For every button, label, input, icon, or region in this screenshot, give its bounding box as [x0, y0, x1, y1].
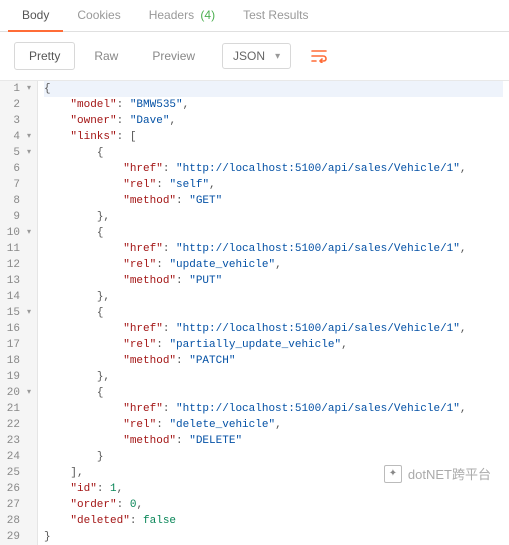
line-number: 18: [2, 353, 31, 369]
code-line: "links": [: [44, 129, 503, 145]
fold-toggle-icon[interactable]: ▾: [23, 81, 31, 97]
line-number: 7: [2, 177, 31, 193]
code-line: {: [44, 145, 503, 161]
line-number: 3: [2, 113, 31, 129]
code-line: },: [44, 369, 503, 385]
line-number: 27: [2, 497, 31, 513]
code-line: "order": 0,: [44, 497, 503, 513]
line-number: 26: [2, 481, 31, 497]
line-number: 10▾: [2, 225, 31, 241]
line-number: 19: [2, 369, 31, 385]
line-number: 2: [2, 97, 31, 113]
line-number: 24: [2, 449, 31, 465]
watermark: ✦ dotNET跨平台: [384, 464, 491, 483]
fold-toggle-icon[interactable]: ▾: [23, 225, 31, 241]
fold-toggle-icon[interactable]: ▾: [23, 145, 31, 161]
line-number: 9: [2, 209, 31, 225]
code-line: "model": "BMW535",: [44, 97, 503, 113]
line-number: 17: [2, 337, 31, 353]
body-toolbar: Pretty Raw Preview JSON ▾: [0, 32, 509, 80]
tab-headers-label: Headers: [149, 8, 194, 22]
line-number: 13: [2, 273, 31, 289]
code-line: "owner": "Dave",: [44, 113, 503, 129]
fold-toggle-icon[interactable]: ▾: [23, 305, 31, 321]
code-line: "method": "PUT": [44, 273, 503, 289]
view-preview-button[interactable]: Preview: [137, 42, 210, 70]
response-tabs: Body Cookies Headers (4) Test Results: [0, 0, 509, 32]
line-number: 21: [2, 401, 31, 417]
wrap-icon: [311, 49, 327, 63]
code-line: "href": "http://localhost:5100/api/sales…: [44, 161, 503, 177]
headers-count: (4): [200, 8, 215, 22]
format-value: JSON: [233, 49, 265, 63]
code-line: "rel": "delete_vehicle",: [44, 417, 503, 433]
chevron-down-icon: ▾: [275, 51, 280, 62]
code-line: },: [44, 209, 503, 225]
line-number: 29: [2, 529, 31, 545]
code-line: {: [44, 385, 503, 401]
code-line: }: [44, 529, 503, 545]
line-number: 16: [2, 321, 31, 337]
fold-toggle-icon[interactable]: ▾: [23, 385, 31, 401]
code-line: "deleted": false: [44, 513, 503, 529]
line-number: 15▾: [2, 305, 31, 321]
code-line: "href": "http://localhost:5100/api/sales…: [44, 241, 503, 257]
code-line: "href": "http://localhost:5100/api/sales…: [44, 401, 503, 417]
line-number: 1▾: [2, 81, 31, 97]
code-line: {: [44, 225, 503, 241]
code-line: "rel": "self",: [44, 177, 503, 193]
view-raw-button[interactable]: Raw: [79, 42, 133, 70]
code-line: },: [44, 289, 503, 305]
code-line: {: [44, 81, 503, 97]
tab-headers[interactable]: Headers (4): [135, 0, 229, 32]
wrap-lines-button[interactable]: [305, 43, 333, 69]
view-pretty-button[interactable]: Pretty: [14, 42, 75, 70]
wechat-icon: ✦: [384, 465, 402, 483]
line-number: 6: [2, 161, 31, 177]
line-number: 28: [2, 513, 31, 529]
line-number: 12: [2, 257, 31, 273]
tab-cookies[interactable]: Cookies: [63, 0, 134, 32]
code-line: "id": 1,: [44, 481, 503, 497]
code-line: "method": "DELETE": [44, 433, 503, 449]
line-number: 11: [2, 241, 31, 257]
code-line: "rel": "partially_update_vehicle",: [44, 337, 503, 353]
code-line: "method": "GET": [44, 193, 503, 209]
code-line: "method": "PATCH": [44, 353, 503, 369]
tab-body[interactable]: Body: [8, 0, 63, 32]
format-dropdown[interactable]: JSON ▾: [222, 43, 291, 69]
code-line: "href": "http://localhost:5100/api/sales…: [44, 321, 503, 337]
line-number: 8: [2, 193, 31, 209]
line-number: 25: [2, 465, 31, 481]
code-line: {: [44, 305, 503, 321]
code-line: "rel": "update_vehicle",: [44, 257, 503, 273]
line-number: 14: [2, 289, 31, 305]
tab-test-results[interactable]: Test Results: [229, 0, 322, 32]
watermark-text: dotNET跨平台: [408, 464, 491, 483]
line-number: 22: [2, 417, 31, 433]
line-number: 23: [2, 433, 31, 449]
code-line: }: [44, 449, 503, 465]
line-number: 4▾: [2, 129, 31, 145]
line-number: 5▾: [2, 145, 31, 161]
line-number: 20▾: [2, 385, 31, 401]
line-gutter: 1▾234▾5▾678910▾1112131415▾1617181920▾212…: [0, 81, 38, 545]
fold-toggle-icon[interactable]: ▾: [23, 129, 31, 145]
